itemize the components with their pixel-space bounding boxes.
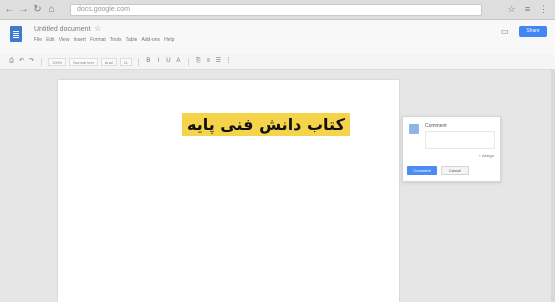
zoom-select[interactable]: 100% <box>48 57 67 66</box>
docs-logo-icon[interactable] <box>10 26 22 42</box>
comment-input[interactable] <box>425 131 495 149</box>
star-icon[interactable]: ☆ <box>94 24 101 33</box>
more-icon[interactable]: ⋮ <box>538 4 549 15</box>
link-icon[interactable]: ⎘ <box>195 58 202 65</box>
redo-icon[interactable]: ↷ <box>28 58 35 65</box>
list-icon[interactable]: ☰ <box>215 58 222 65</box>
print-icon[interactable]: ⎙ <box>8 58 15 65</box>
comment-author: Comment <box>425 123 447 129</box>
comments-icon[interactable]: ▭ <box>501 27 511 36</box>
browser-menu-icon[interactable]: ≡ <box>522 4 533 15</box>
bold-icon[interactable]: B <box>145 58 152 65</box>
address-text: docs.google.com <box>77 6 130 13</box>
menu-help[interactable]: Help <box>164 37 174 43</box>
back-arrow-icon[interactable]: ← <box>4 4 15 15</box>
assign-link[interactable]: + Assign <box>479 153 494 158</box>
formatting-toolbar: ⎙ ↶ ↷ 100% Normal text Arial 11 B I U A … <box>0 54 555 70</box>
browser-toolbar: ← → ↻ ⌂ docs.google.com ☆ ≡ ⋮ <box>0 0 555 20</box>
underline-icon[interactable]: U <box>165 58 172 65</box>
menu-file[interactable]: File <box>34 37 42 43</box>
document-canvas: کتاب دانش فنی پایه Comment + Assign Comm… <box>0 70 555 302</box>
scrollbar[interactable] <box>551 70 555 302</box>
menu-table[interactable]: Table <box>125 37 137 43</box>
highlighted-text[interactable]: کتاب دانش فنی پایه <box>182 113 350 136</box>
menu-tools[interactable]: Tools <box>110 37 122 43</box>
italic-icon[interactable]: I <box>155 58 162 65</box>
font-select[interactable]: Arial <box>100 57 117 66</box>
forward-arrow-icon[interactable]: → <box>18 4 29 15</box>
text-color-icon[interactable]: A <box>175 58 182 65</box>
comment-button[interactable]: Comment <box>407 166 437 175</box>
menu-addons[interactable]: Add-ons <box>141 37 160 43</box>
cancel-button[interactable]: Cancel <box>441 166 469 175</box>
align-icon[interactable]: ≡ <box>205 58 212 65</box>
comment-box: Comment + Assign Comment Cancel <box>402 116 501 182</box>
address-bar[interactable]: docs.google.com <box>70 4 482 16</box>
share-area: ▭ Share <box>501 26 547 37</box>
toolbar-divider <box>137 57 139 66</box>
browser-actions: ☆ ≡ ⋮ <box>506 4 549 15</box>
document-page[interactable]: کتاب دانش فنی پایه <box>58 80 399 302</box>
menu-format[interactable]: Format <box>90 37 106 43</box>
style-select[interactable]: Normal text <box>69 57 98 66</box>
undo-icon[interactable]: ↶ <box>18 58 25 65</box>
share-button[interactable]: Share <box>519 26 547 37</box>
font-size-select[interactable]: 11 <box>119 57 132 66</box>
avatar <box>409 124 419 134</box>
toolbar-divider <box>41 57 42 66</box>
toolbar-divider <box>187 57 189 66</box>
more-options-icon[interactable]: ⋮ <box>225 58 232 65</box>
menu-view[interactable]: View <box>59 37 70 43</box>
menu-bar: File Edit View Insert Format Tools Table… <box>34 37 174 43</box>
document-title[interactable]: Untitled document <box>34 26 90 33</box>
menu-edit[interactable]: Edit <box>46 37 55 43</box>
menu-insert[interactable]: Insert <box>73 37 86 43</box>
home-icon[interactable]: ⌂ <box>46 4 57 15</box>
docs-header: Untitled document ☆ File Edit View Inser… <box>0 20 555 54</box>
reload-icon[interactable]: ↻ <box>32 4 43 15</box>
bookmark-star-icon[interactable]: ☆ <box>506 4 517 15</box>
